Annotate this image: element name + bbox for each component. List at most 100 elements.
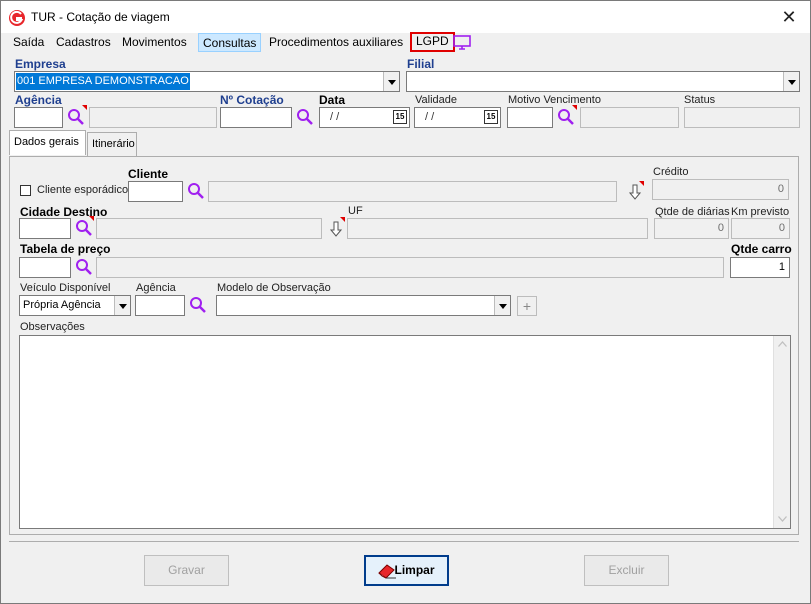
empresa-value: 001 EMPRESA DEMONSTRACAO xyxy=(16,73,190,90)
menu-lgpd[interactable]: LGPD xyxy=(410,32,455,52)
filial-select[interactable] xyxy=(406,71,800,92)
credito-value: 0 xyxy=(777,183,784,195)
tabela-preco-name xyxy=(96,257,724,278)
qtde-carro-label: Qtde carro xyxy=(731,242,792,256)
cotacao-input[interactable] xyxy=(220,107,292,128)
chevron-down-icon[interactable] xyxy=(783,72,799,91)
tabela-preco-label: Tabela de preço xyxy=(20,242,111,256)
observacoes-label: Observações xyxy=(20,321,85,333)
limpar-button[interactable]: Limpar xyxy=(364,555,449,586)
data-value: / / xyxy=(330,111,340,123)
filial-label: Filial xyxy=(407,57,435,71)
window-title: TUR - Cotação de viagem xyxy=(31,10,170,24)
status-label: Status xyxy=(684,94,716,106)
validade-label: Validade xyxy=(415,94,457,106)
qtde-carro-value: 1 xyxy=(778,261,785,273)
gravar-button[interactable]: Gravar xyxy=(144,555,229,586)
search-icon[interactable] xyxy=(189,296,207,314)
agencia-name-field xyxy=(89,107,217,128)
cidade-destino-label: Cidade Destino xyxy=(20,205,108,219)
chevron-down-icon[interactable] xyxy=(383,72,399,91)
separator xyxy=(9,541,799,542)
qtde-diarias-label: Qtde de diárias xyxy=(655,206,730,218)
required-mark-icon xyxy=(572,105,577,110)
agencia-code-input[interactable] xyxy=(14,107,63,128)
data-input[interactable]: / / 15 xyxy=(319,107,410,128)
title-bar: TUR - Cotação de viagem ✕ xyxy=(1,1,810,33)
menu-saida[interactable]: Saída xyxy=(9,33,48,52)
observacoes-textarea[interactable] xyxy=(19,335,791,529)
validade-value: / / xyxy=(425,111,435,123)
gravar-label: Gravar xyxy=(168,563,205,577)
required-mark-icon xyxy=(639,181,644,186)
excluir-label: Excluir xyxy=(608,563,645,577)
search-icon[interactable] xyxy=(296,108,314,126)
menu-cadastros[interactable]: Cadastros xyxy=(52,33,115,52)
scroll-down-icon[interactable] xyxy=(778,516,787,522)
chevron-down-icon[interactable] xyxy=(114,296,130,315)
calendar-icon[interactable]: 15 xyxy=(393,110,407,124)
motivo-vencimento-input[interactable] xyxy=(507,107,553,128)
km-previsto-value: 0 xyxy=(778,222,785,234)
cidade-destino-input[interactable] xyxy=(19,218,71,239)
cliente-code-input[interactable] xyxy=(128,181,183,202)
agencia-label: Agência xyxy=(15,93,62,107)
uf-field xyxy=(347,218,648,239)
veiculo-agencia-label: Agência xyxy=(136,282,176,294)
cliente-esporadico-label: Cliente esporádico xyxy=(37,184,129,196)
app-logo-icon xyxy=(9,10,25,26)
menu-consultas[interactable]: Consultas xyxy=(198,33,262,52)
qtde-diarias-field: 0 xyxy=(654,218,729,239)
km-previsto-label: Km previsto xyxy=(731,206,790,218)
menu-procedimentos-auxiliares[interactable]: Procedimentos auxiliares xyxy=(265,33,407,52)
tab-itinerario[interactable]: Itinerário xyxy=(87,132,137,156)
uf-label: UF xyxy=(348,205,363,217)
chevron-down-icon[interactable] xyxy=(494,296,510,315)
calendar-icon[interactable]: 15 xyxy=(484,110,498,124)
veiculo-agencia-input[interactable] xyxy=(135,295,185,316)
menu-movimentos[interactable]: Movimentos xyxy=(118,33,191,52)
required-mark-icon xyxy=(340,217,345,222)
menu-bar: Saída Cadastros Movimentos Consultas Pro… xyxy=(1,32,810,53)
status-field xyxy=(684,107,800,128)
arrow-down-icon[interactable] xyxy=(629,184,641,200)
eraser-icon xyxy=(378,564,396,579)
tabela-preco-input[interactable] xyxy=(19,257,71,278)
credito-field: 0 xyxy=(652,179,789,200)
close-icon[interactable]: ✕ xyxy=(779,7,799,27)
qtde-diarias-value: 0 xyxy=(717,222,724,234)
arrow-down-icon[interactable] xyxy=(330,221,342,237)
excluir-button[interactable]: Excluir xyxy=(584,555,669,586)
add-modelo-button[interactable]: + xyxy=(517,296,537,316)
required-mark-icon xyxy=(89,216,94,221)
monitor-icon[interactable] xyxy=(453,35,471,50)
empresa-select[interactable]: 001 EMPRESA DEMONSTRACAO xyxy=(14,71,400,92)
cliente-esporadico-checkbox[interactable] xyxy=(20,185,31,196)
km-previsto-field: 0 xyxy=(731,218,790,239)
veiculo-value: Própria Agência xyxy=(23,299,101,311)
motivo-vencimento-label: Motivo Vencimento xyxy=(508,94,601,106)
cidade-destino-name xyxy=(96,218,322,239)
modelo-observacao-select[interactable] xyxy=(216,295,511,316)
empresa-label: Empresa xyxy=(15,57,66,71)
search-icon[interactable] xyxy=(75,258,93,276)
search-icon[interactable] xyxy=(557,108,575,126)
scrollbar[interactable] xyxy=(773,336,790,528)
scroll-up-icon[interactable] xyxy=(778,341,787,347)
validade-input[interactable]: / / 15 xyxy=(414,107,501,128)
cotacao-label: Nº Cotação xyxy=(220,93,284,107)
app-window: TUR - Cotação de viagem ✕ Saída Cadastro… xyxy=(0,0,811,604)
veiculo-label: Veículo Disponível xyxy=(20,282,111,294)
cliente-name-field xyxy=(208,181,617,202)
veiculo-select[interactable]: Própria Agência xyxy=(19,295,131,316)
required-mark-icon xyxy=(82,105,87,110)
search-icon[interactable] xyxy=(75,219,93,237)
data-label: Data xyxy=(319,93,346,107)
credito-label: Crédito xyxy=(653,166,689,178)
search-icon[interactable] xyxy=(67,108,85,126)
modelo-observacao-label: Modelo de Observação xyxy=(217,282,331,294)
tab-dados-gerais[interactable]: Dados gerais xyxy=(9,130,86,155)
motivo-vencimento-desc xyxy=(580,107,679,128)
search-icon[interactable] xyxy=(187,182,205,200)
qtde-carro-input[interactable]: 1 xyxy=(730,257,790,278)
